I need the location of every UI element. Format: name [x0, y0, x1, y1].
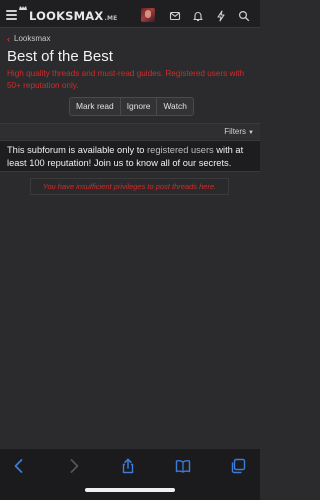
registered-users-link[interactable]: registered users: [147, 145, 214, 155]
filters-label: Filters: [224, 127, 247, 136]
tabs-icon[interactable]: [230, 458, 246, 474]
notice-text-part1: This subforum is available only to: [7, 145, 148, 155]
notice-text: This subforum is available only to regis…: [7, 144, 255, 170]
logo-suffix: .ME: [104, 15, 118, 22]
breadcrumb-label: Looksmax: [14, 34, 51, 43]
access-notice: This subforum is available only to regis…: [0, 140, 260, 172]
bolt-icon[interactable]: [215, 10, 227, 22]
back-arrow-icon[interactable]: [11, 458, 27, 474]
page-title: Best of the Best: [7, 48, 113, 65]
bookmarks-icon[interactable]: [175, 458, 191, 474]
bell-icon[interactable]: [192, 10, 204, 22]
mark-read-button[interactable]: Mark read: [70, 98, 121, 115]
caret-down-icon: ▼: [248, 130, 254, 136]
search-icon[interactable]: [238, 10, 250, 22]
forum-actions: Mark read Ignore Watch: [69, 97, 194, 116]
ignore-button[interactable]: Ignore: [121, 98, 158, 115]
forward-arrow-icon[interactable]: [66, 458, 82, 474]
breadcrumb[interactable]: ‹ Looksmax: [7, 34, 50, 43]
logo-crown-icon: [19, 6, 27, 10]
hamburger-icon[interactable]: [6, 10, 17, 21]
filters-button[interactable]: Filters ▼: [224, 127, 254, 136]
logo-text: LOOKSMAX: [29, 9, 104, 23]
mail-icon[interactable]: [169, 10, 181, 22]
watch-button[interactable]: Watch: [157, 98, 192, 115]
insufficient-privileges-message: You have insufficient privileges to post…: [30, 178, 229, 195]
page-description: High quality threads and must-read guide…: [7, 69, 245, 90]
filters-bar: Filters ▼: [0, 123, 260, 139]
avatar[interactable]: [141, 8, 155, 22]
share-icon[interactable]: [120, 458, 136, 474]
home-indicator[interactable]: [85, 488, 175, 492]
site-logo[interactable]: LOOKSMAX.ME: [29, 10, 117, 25]
top-header: LOOKSMAX.ME: [0, 4, 260, 28]
chevron-left-icon: ‹: [7, 33, 10, 44]
browser-toolbar: [0, 448, 260, 500]
